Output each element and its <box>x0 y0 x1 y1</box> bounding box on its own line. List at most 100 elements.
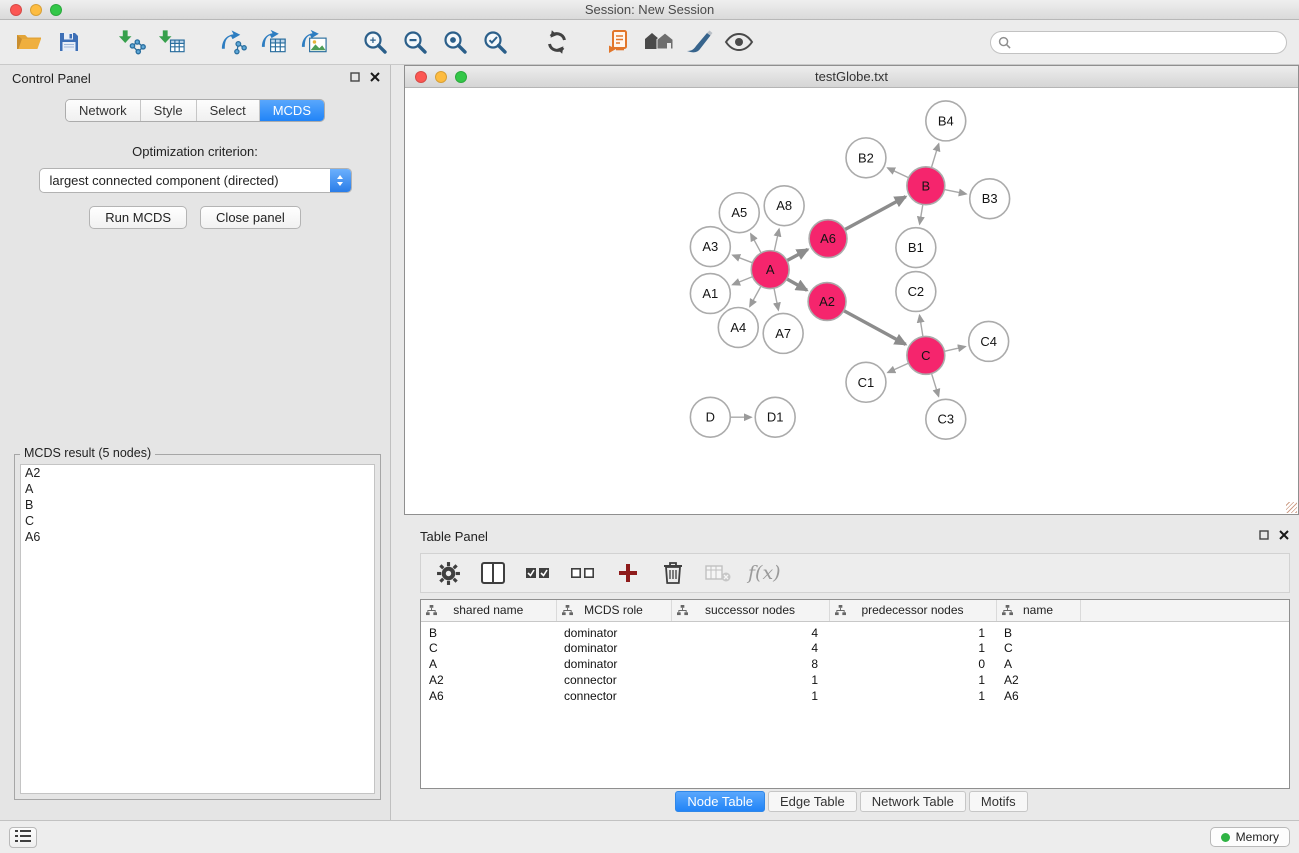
memory-button[interactable]: Memory <box>1210 827 1290 847</box>
graph-node-A5[interactable]: A5 <box>719 193 759 233</box>
zoom-fit-icon[interactable] <box>438 25 472 59</box>
graph-edge-A-A8[interactable] <box>774 229 779 251</box>
graph-node-C[interactable]: C <box>907 336 945 374</box>
graph-edge-A-A3[interactable] <box>733 255 753 263</box>
list-item[interactable]: A <box>21 481 374 497</box>
table-row[interactable]: Adominator80A <box>421 656 1289 672</box>
zoom-selected-icon[interactable] <box>478 25 512 59</box>
style-brush-icon[interactable] <box>682 25 716 59</box>
deselect-all-icon[interactable] <box>568 558 598 588</box>
show-hide-icon[interactable] <box>722 25 756 59</box>
network-window-titlebar[interactable]: testGlobe.txt <box>405 66 1298 88</box>
tab-network-table[interactable]: Network Table <box>860 791 966 812</box>
run-mcds-button[interactable]: Run MCDS <box>89 206 187 229</box>
minimize-window-button[interactable] <box>30 4 42 16</box>
tab-style[interactable]: Style <box>141 100 197 121</box>
list-item[interactable]: B <box>21 497 374 513</box>
home-icon[interactable] <box>642 25 676 59</box>
function-icon[interactable]: f(x) <box>748 558 781 588</box>
graph-edge-A-A6[interactable] <box>787 249 808 260</box>
network-minimize-button[interactable] <box>435 71 447 83</box>
table-row[interactable]: A2connector11A2 <box>421 672 1289 688</box>
graph-edge-B-B3[interactable] <box>944 190 966 194</box>
list-item[interactable]: A2 <box>21 465 374 481</box>
graph-edge-C-C1[interactable] <box>888 363 909 372</box>
graph-edge-B-B1[interactable] <box>920 205 923 224</box>
network-canvas[interactable]: B4B2BB3A5A8A6A3B1AC2A1A2A4A7C4CC1DD1C3 <box>405 89 1298 514</box>
new-table-icon[interactable] <box>256 25 290 59</box>
graph-node-A2[interactable]: A2 <box>808 283 846 321</box>
graph-edge-A-A2[interactable] <box>787 279 807 290</box>
open-file-icon[interactable] <box>12 25 46 59</box>
select-all-icon[interactable] <box>523 558 553 588</box>
import-network-icon[interactable] <box>114 25 148 59</box>
close-window-button[interactable] <box>10 4 22 16</box>
zoom-out-icon[interactable] <box>398 25 432 59</box>
column-header-name[interactable]: name <box>996 600 1080 621</box>
refresh-layout-icon[interactable] <box>540 25 574 59</box>
close-table-panel-icon[interactable] <box>1279 530 1289 540</box>
graph-node-A[interactable]: A <box>751 251 789 289</box>
tab-node-table[interactable]: Node Table <box>675 791 765 812</box>
add-row-icon[interactable] <box>613 558 643 588</box>
table-row[interactable]: Bdominator41B <box>421 621 1289 640</box>
close-panel-button[interactable]: Close panel <box>200 206 301 229</box>
column-header-MCDS-role[interactable]: MCDS role <box>556 600 671 621</box>
gear-icon[interactable] <box>433 558 463 588</box>
list-item[interactable]: C <box>21 513 374 529</box>
tab-motifs[interactable]: Motifs <box>969 791 1028 812</box>
graph-node-C4[interactable]: C4 <box>969 321 1009 361</box>
graph-node-C3[interactable]: C3 <box>926 399 966 439</box>
graph-node-A8[interactable]: A8 <box>764 186 804 226</box>
columns-icon[interactable] <box>478 558 508 588</box>
criterion-dropdown[interactable]: largest connected component (directed) <box>39 168 352 193</box>
column-header-shared-name[interactable]: shared name <box>421 600 556 621</box>
column-header-successor-nodes[interactable]: successor nodes <box>671 600 829 621</box>
graph-edge-B-B4[interactable] <box>931 144 938 168</box>
float-panel-icon[interactable] <box>350 72 360 82</box>
table-row[interactable]: A6connector11A6 <box>421 688 1289 704</box>
graph-node-B3[interactable]: B3 <box>970 179 1010 219</box>
graph-node-C1[interactable]: C1 <box>846 362 886 402</box>
graph-node-D1[interactable]: D1 <box>755 397 795 437</box>
export-image-icon[interactable] <box>296 25 330 59</box>
list-item[interactable]: A6 <box>21 529 374 545</box>
graph-node-A3[interactable]: A3 <box>690 227 730 267</box>
graph-node-A7[interactable]: A7 <box>763 313 803 353</box>
graph-edge-A-A1[interactable] <box>733 277 753 285</box>
open-session-doc-icon[interactable] <box>602 25 636 59</box>
graph-edge-A-A7[interactable] <box>774 288 778 310</box>
graph-edge-B-B2[interactable] <box>888 168 909 178</box>
graph-edge-A-A4[interactable] <box>750 286 761 306</box>
mcds-result-list[interactable]: A2ABCA6 <box>20 464 375 794</box>
table-row[interactable]: Cdominator41C <box>421 640 1289 656</box>
graph-node-A6[interactable]: A6 <box>809 220 847 258</box>
tab-network[interactable]: Network <box>66 100 141 121</box>
tab-select[interactable]: Select <box>197 100 260 121</box>
save-session-icon[interactable] <box>52 25 86 59</box>
close-panel-icon[interactable] <box>370 72 380 82</box>
graph-edge-C-C2[interactable] <box>920 315 923 336</box>
graph-edge-C-C4[interactable] <box>944 347 965 352</box>
graph-node-A1[interactable]: A1 <box>690 274 730 314</box>
task-list-button[interactable] <box>9 827 37 848</box>
graph-node-B1[interactable]: B1 <box>896 228 936 268</box>
graph-edge-A-A5[interactable] <box>751 234 761 253</box>
graph-edge-C-C3[interactable] <box>932 373 939 396</box>
delete-row-icon[interactable] <box>658 558 688 588</box>
tab-edge-table[interactable]: Edge Table <box>768 791 857 812</box>
network-close-button[interactable] <box>415 71 427 83</box>
graph-node-A4[interactable]: A4 <box>718 307 758 347</box>
import-table-icon[interactable] <box>154 25 188 59</box>
graph-edge-A2-C[interactable] <box>844 311 906 345</box>
graph-node-B4[interactable]: B4 <box>926 101 966 141</box>
graph-node-B2[interactable]: B2 <box>846 138 886 178</box>
tab-mcds[interactable]: MCDS <box>260 100 324 121</box>
zoom-in-icon[interactable]: + <box>358 25 392 59</box>
resize-grip[interactable] <box>1286 502 1297 513</box>
graph-node-C2[interactable]: C2 <box>896 272 936 312</box>
search-input[interactable] <box>990 31 1287 54</box>
graph-edge-A6-B[interactable] <box>845 197 906 230</box>
column-header-predecessor-nodes[interactable]: predecessor nodes <box>829 600 996 621</box>
new-network-icon[interactable] <box>216 25 250 59</box>
